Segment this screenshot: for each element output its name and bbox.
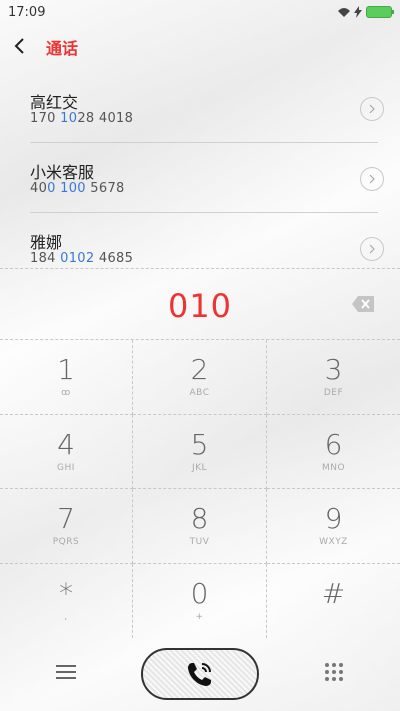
signal-icon	[338, 8, 350, 17]
chevron-right-icon[interactable]	[360, 167, 384, 191]
key-1[interactable]: 1ꝏ	[0, 340, 133, 415]
key-8[interactable]: 8 TUV	[133, 489, 267, 564]
status-icons	[338, 6, 394, 18]
keypad: 1ꝏ 2 ABC 3 DEF 4 GHI 5 JKL 6 MNO 7 PQRS 8 TUV 9…	[0, 340, 400, 638]
contact-name: 雅娜	[30, 233, 63, 252]
chevron-right-icon[interactable]	[360, 97, 384, 121]
battery-icon	[366, 6, 394, 18]
key-3[interactable]: 3 DEF	[267, 340, 400, 415]
key-hash[interactable]: #	[267, 564, 400, 639]
header: 通话	[0, 24, 400, 70]
contact-name: 小米客服	[30, 163, 95, 182]
key-9[interactable]: 9 WXYZ	[267, 489, 400, 564]
call-button[interactable]	[141, 648, 259, 700]
phone-icon	[188, 663, 211, 686]
key-2[interactable]: 2 ABC	[133, 340, 267, 415]
key-0[interactable]: 0 +	[133, 563, 267, 638]
dial-display: 010	[0, 268, 400, 340]
status-bar: 17:09	[0, 0, 400, 24]
status-time: 17:09	[8, 4, 46, 20]
contact-item[interactable]: 小米客服 400 100 5678	[30, 143, 384, 213]
key-7[interactable]: 7 PQRS	[0, 489, 133, 564]
backspace-icon[interactable]	[352, 296, 374, 312]
key-6[interactable]: 6 MNO	[267, 415, 400, 489]
chevron-right-icon[interactable]	[360, 237, 384, 261]
voicemail-icon: ꝏ	[61, 388, 71, 399]
contact-name: 高红交	[30, 93, 79, 112]
dialpad-icon[interactable]	[324, 662, 344, 682]
key-star[interactable]: *,	[0, 563, 133, 638]
key-4[interactable]: 4 GHI	[0, 414, 133, 489]
contact-number: 170 1028 4018	[30, 111, 134, 126]
contact-number: 184 0102 4685	[30, 251, 134, 266]
key-5[interactable]: 5 JKL	[133, 414, 267, 489]
bolt-icon	[354, 6, 362, 18]
chevron-left-icon[interactable]	[14, 35, 40, 59]
page-title: 通话	[46, 39, 79, 58]
contact-list: 高红交 170 1028 4018 小米客服 400 100 5678 雅娜 1…	[0, 73, 400, 283]
menu-icon[interactable]	[56, 664, 76, 680]
bottom-bar	[0, 640, 400, 711]
contact-number: 400 100 5678	[30, 181, 125, 196]
dialed-number: 010	[167, 287, 233, 325]
contact-item[interactable]: 高红交 170 1028 4018	[30, 73, 384, 143]
